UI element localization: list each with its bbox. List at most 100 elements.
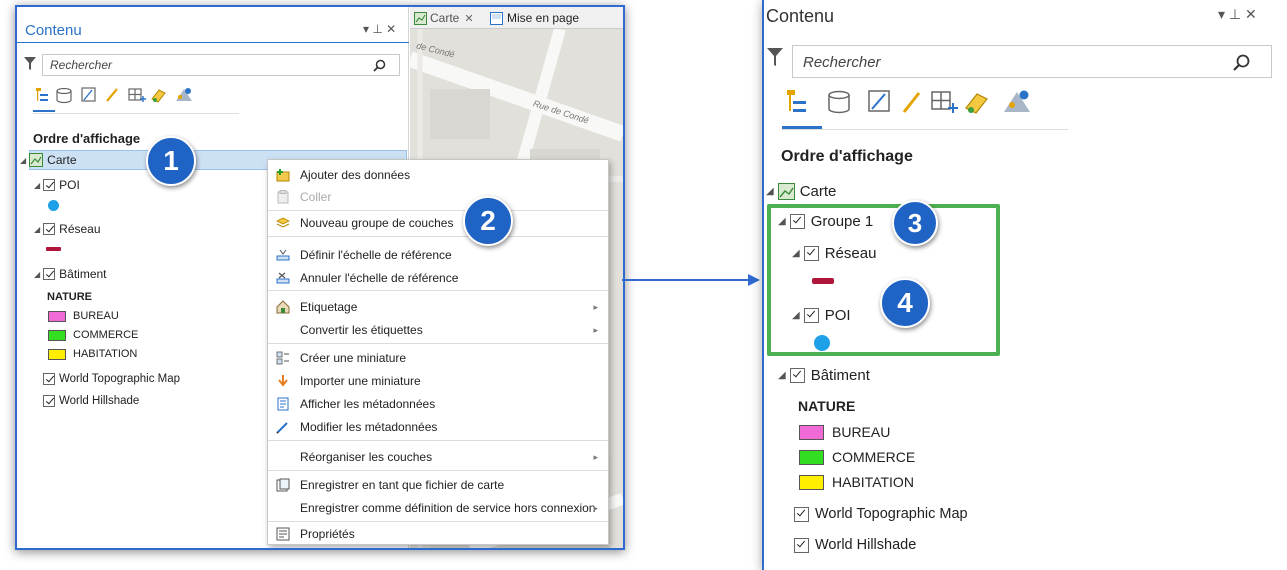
tab-layout[interactable]: Mise en page xyxy=(490,9,579,27)
layout-icon xyxy=(490,11,503,25)
pane-title: Contenu xyxy=(25,22,82,39)
menu-separator xyxy=(268,236,608,237)
layer-checkbox[interactable] xyxy=(43,373,55,385)
legend-label: HABITATION xyxy=(832,474,914,490)
layer-label: POI xyxy=(59,178,80,192)
labeling-icon xyxy=(276,300,290,314)
legend-swatch-habitation xyxy=(799,475,824,490)
menu-item-new-group-layer[interactable]: Nouveau groupe de couches xyxy=(268,212,608,234)
legend-label: HABITATION xyxy=(73,348,138,360)
drawing-order-icon xyxy=(36,88,48,101)
layer-checkbox[interactable] xyxy=(43,395,55,407)
layer-checkbox[interactable] xyxy=(43,223,56,235)
search-icon[interactable] xyxy=(373,59,386,72)
legend-swatch-bureau xyxy=(799,425,824,440)
submenu-arrow-icon: ▸ xyxy=(593,502,598,513)
menu-item-import-thumbnail[interactable]: Importer une miniature xyxy=(268,370,608,392)
tree-item-batiment[interactable]: ◢ Bâtiment xyxy=(778,367,870,384)
menu-item-properties[interactable]: Propriétés xyxy=(268,523,608,545)
expand-triangle-icon[interactable]: ◢ xyxy=(34,270,40,279)
toolbar-divider xyxy=(782,129,1068,130)
search-input[interactable]: Rechercher xyxy=(42,54,400,76)
menu-item-add-data[interactable]: Ajouter des données xyxy=(268,164,608,186)
title-underline xyxy=(17,42,409,43)
legend-label: BUREAU xyxy=(73,310,119,322)
layer-label: World Hillshade xyxy=(59,395,140,407)
create-thumbnail-icon xyxy=(276,351,290,365)
menu-label: Convertir les étiquettes xyxy=(300,323,423,337)
search-input[interactable]: Rechercher xyxy=(792,45,1272,78)
menu-item-reorder-layers[interactable]: Réorganiser les couches ▸ xyxy=(268,446,608,468)
tab-carte[interactable]: Carte ✕ xyxy=(414,9,474,27)
menu-item-view-metadata[interactable]: Afficher les métadonnées xyxy=(268,393,608,415)
layer-label: World Topographic Map xyxy=(815,506,968,522)
menu-item-paste[interactable]: Coller xyxy=(268,186,608,208)
expand-triangle-icon[interactable]: ◢ xyxy=(20,156,26,165)
menu-item-set-reference-scale[interactable]: Définir l'échelle de référence xyxy=(268,244,608,266)
properties-icon xyxy=(276,527,290,541)
layer-checkbox[interactable] xyxy=(794,506,809,522)
menu-item-convert-labels[interactable]: Convertir les étiquettes ▸ xyxy=(268,319,608,341)
legend-swatch-commerce xyxy=(799,450,824,465)
layer-label: Bâtiment xyxy=(810,367,870,384)
selection-icon xyxy=(81,87,96,102)
labeling-icon xyxy=(151,89,166,103)
tree-item-batiment[interactable]: ◢ Bâtiment xyxy=(34,267,107,281)
legend-heading: NATURE xyxy=(47,291,93,303)
menu-label: Créer une miniature xyxy=(300,351,407,365)
menu-item-clear-reference-scale[interactable]: Annuler l'échelle de référence xyxy=(268,267,608,289)
layer-checkbox[interactable] xyxy=(794,537,809,553)
tree-item-topo[interactable]: World Topographic Map xyxy=(43,373,180,385)
tree-item-hillshade[interactable]: World Hillshade xyxy=(794,537,916,553)
layer-checkbox[interactable] xyxy=(43,268,56,280)
tab-label: Carte xyxy=(430,11,460,25)
section-title: Ordre d'affichage xyxy=(33,131,141,146)
tree-item-carte[interactable]: ◢ Carte xyxy=(766,183,836,200)
perspective-icon xyxy=(1004,90,1030,112)
legend-swatch-commerce xyxy=(48,330,66,341)
editing-icon xyxy=(106,88,118,102)
menu-item-labeling[interactable]: Etiquetage ▸ xyxy=(268,296,608,318)
section-title: Ordre d'affichage xyxy=(781,148,913,165)
menu-item-save-offline-service[interactable]: Enregistrer comme définition de service … xyxy=(268,497,608,519)
legend-label: COMMERCE xyxy=(832,449,916,465)
save-map-file-icon xyxy=(276,478,290,492)
tree-item-hillshade[interactable]: World Hillshade xyxy=(43,395,139,407)
filter-icon[interactable] xyxy=(24,57,36,71)
tree-item-topo[interactable]: World Topographic Map xyxy=(794,506,968,522)
close-icon[interactable]: ✕ xyxy=(464,12,473,25)
menu-separator xyxy=(268,343,608,344)
filter-icon[interactable] xyxy=(767,48,783,68)
context-menu: Ajouter des données Coller Nouveau group… xyxy=(267,159,609,545)
expand-triangle-icon[interactable]: ◢ xyxy=(766,186,774,197)
data-source-icon xyxy=(828,90,850,114)
map-icon xyxy=(777,183,795,200)
layer-checkbox[interactable] xyxy=(789,368,805,383)
layer-label: Carte xyxy=(799,183,837,200)
left-screenshot: Contenu ▾ ⊥ ✕ Rechercher Ordre d'afficha xyxy=(15,5,625,550)
submenu-arrow-icon: ▸ xyxy=(593,324,598,335)
search-icon[interactable] xyxy=(1233,54,1250,71)
layer-label: Réseau xyxy=(59,222,101,236)
layer-label: Bâtiment xyxy=(59,267,107,281)
expand-triangle-icon[interactable]: ◢ xyxy=(778,370,786,381)
expand-triangle-icon[interactable]: ◢ xyxy=(34,225,40,234)
menu-item-edit-metadata[interactable]: Modifier les métadonnées xyxy=(268,416,608,438)
map-tabs: Carte ✕ Mise en page xyxy=(410,7,623,29)
pane-controls[interactable]: ▾ ⊥ ✕ xyxy=(363,22,396,36)
snapping-icon xyxy=(128,88,146,102)
add-data-icon xyxy=(276,168,290,182)
layer-checkbox[interactable] xyxy=(43,179,56,191)
tree-item-carte[interactable]: ◢ Carte xyxy=(20,153,77,167)
set-scale-icon xyxy=(276,248,290,262)
tree-item-poi[interactable]: ◢ POI xyxy=(34,178,80,192)
menu-item-create-thumbnail[interactable]: Créer une miniature xyxy=(268,347,608,369)
menu-label: Ajouter des données xyxy=(300,168,411,182)
tree-item-reseau[interactable]: ◢ Réseau xyxy=(34,222,101,236)
expand-triangle-icon[interactable]: ◢ xyxy=(34,181,40,190)
pane-controls[interactable]: ▾ ⊥ ✕ xyxy=(1218,6,1257,23)
layer-label: Carte xyxy=(47,153,77,167)
drawing-order-icon xyxy=(787,90,806,112)
menu-item-save-map-file[interactable]: Enregistrer en tant que fichier de carte xyxy=(268,474,608,496)
poi-symbol xyxy=(48,200,59,211)
